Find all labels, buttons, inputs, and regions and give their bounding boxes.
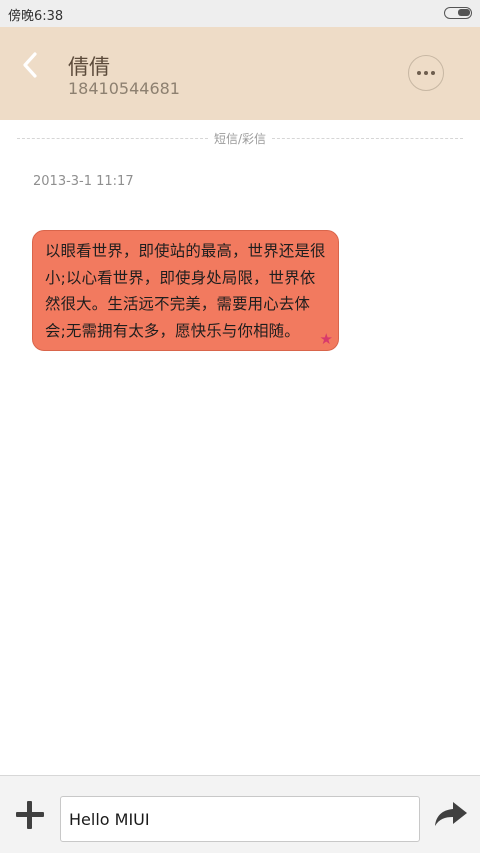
- more-options-button[interactable]: [408, 55, 444, 91]
- star-icon: ★: [319, 330, 333, 348]
- message-text: 以眼看世界，即使站的最高，世界还是很小;以心看世界，即使身处局限，世界依然很大。…: [45, 242, 326, 340]
- composer-bar: [0, 775, 480, 853]
- status-bar: 傍晚6:38: [0, 0, 480, 27]
- message-bubble[interactable]: 以眼看世界，即使站的最高，世界还是很小;以心看世界，即使身处局限，世界依然很大。…: [32, 230, 339, 351]
- message-input[interactable]: [60, 796, 420, 842]
- send-button[interactable]: [433, 799, 469, 831]
- chevron-left-icon: [23, 52, 37, 78]
- battery-icon: [444, 7, 472, 19]
- conversation-header: 倩倩 18410544681: [0, 27, 480, 120]
- add-attachment-button[interactable]: [14, 799, 46, 831]
- back-button[interactable]: [14, 45, 46, 85]
- divider-label: 短信/彩信: [213, 131, 267, 146]
- contact-number: 18410544681: [68, 79, 180, 98]
- message-type-divider: 短信/彩信: [17, 130, 464, 146]
- status-time: 傍晚6:38: [8, 9, 64, 24]
- message-timestamp: 2013-3-1 11:17: [33, 174, 134, 189]
- more-dots-icon: [417, 71, 421, 75]
- send-arrow-icon: [435, 802, 467, 826]
- contact-name: 倩倩: [68, 55, 110, 79]
